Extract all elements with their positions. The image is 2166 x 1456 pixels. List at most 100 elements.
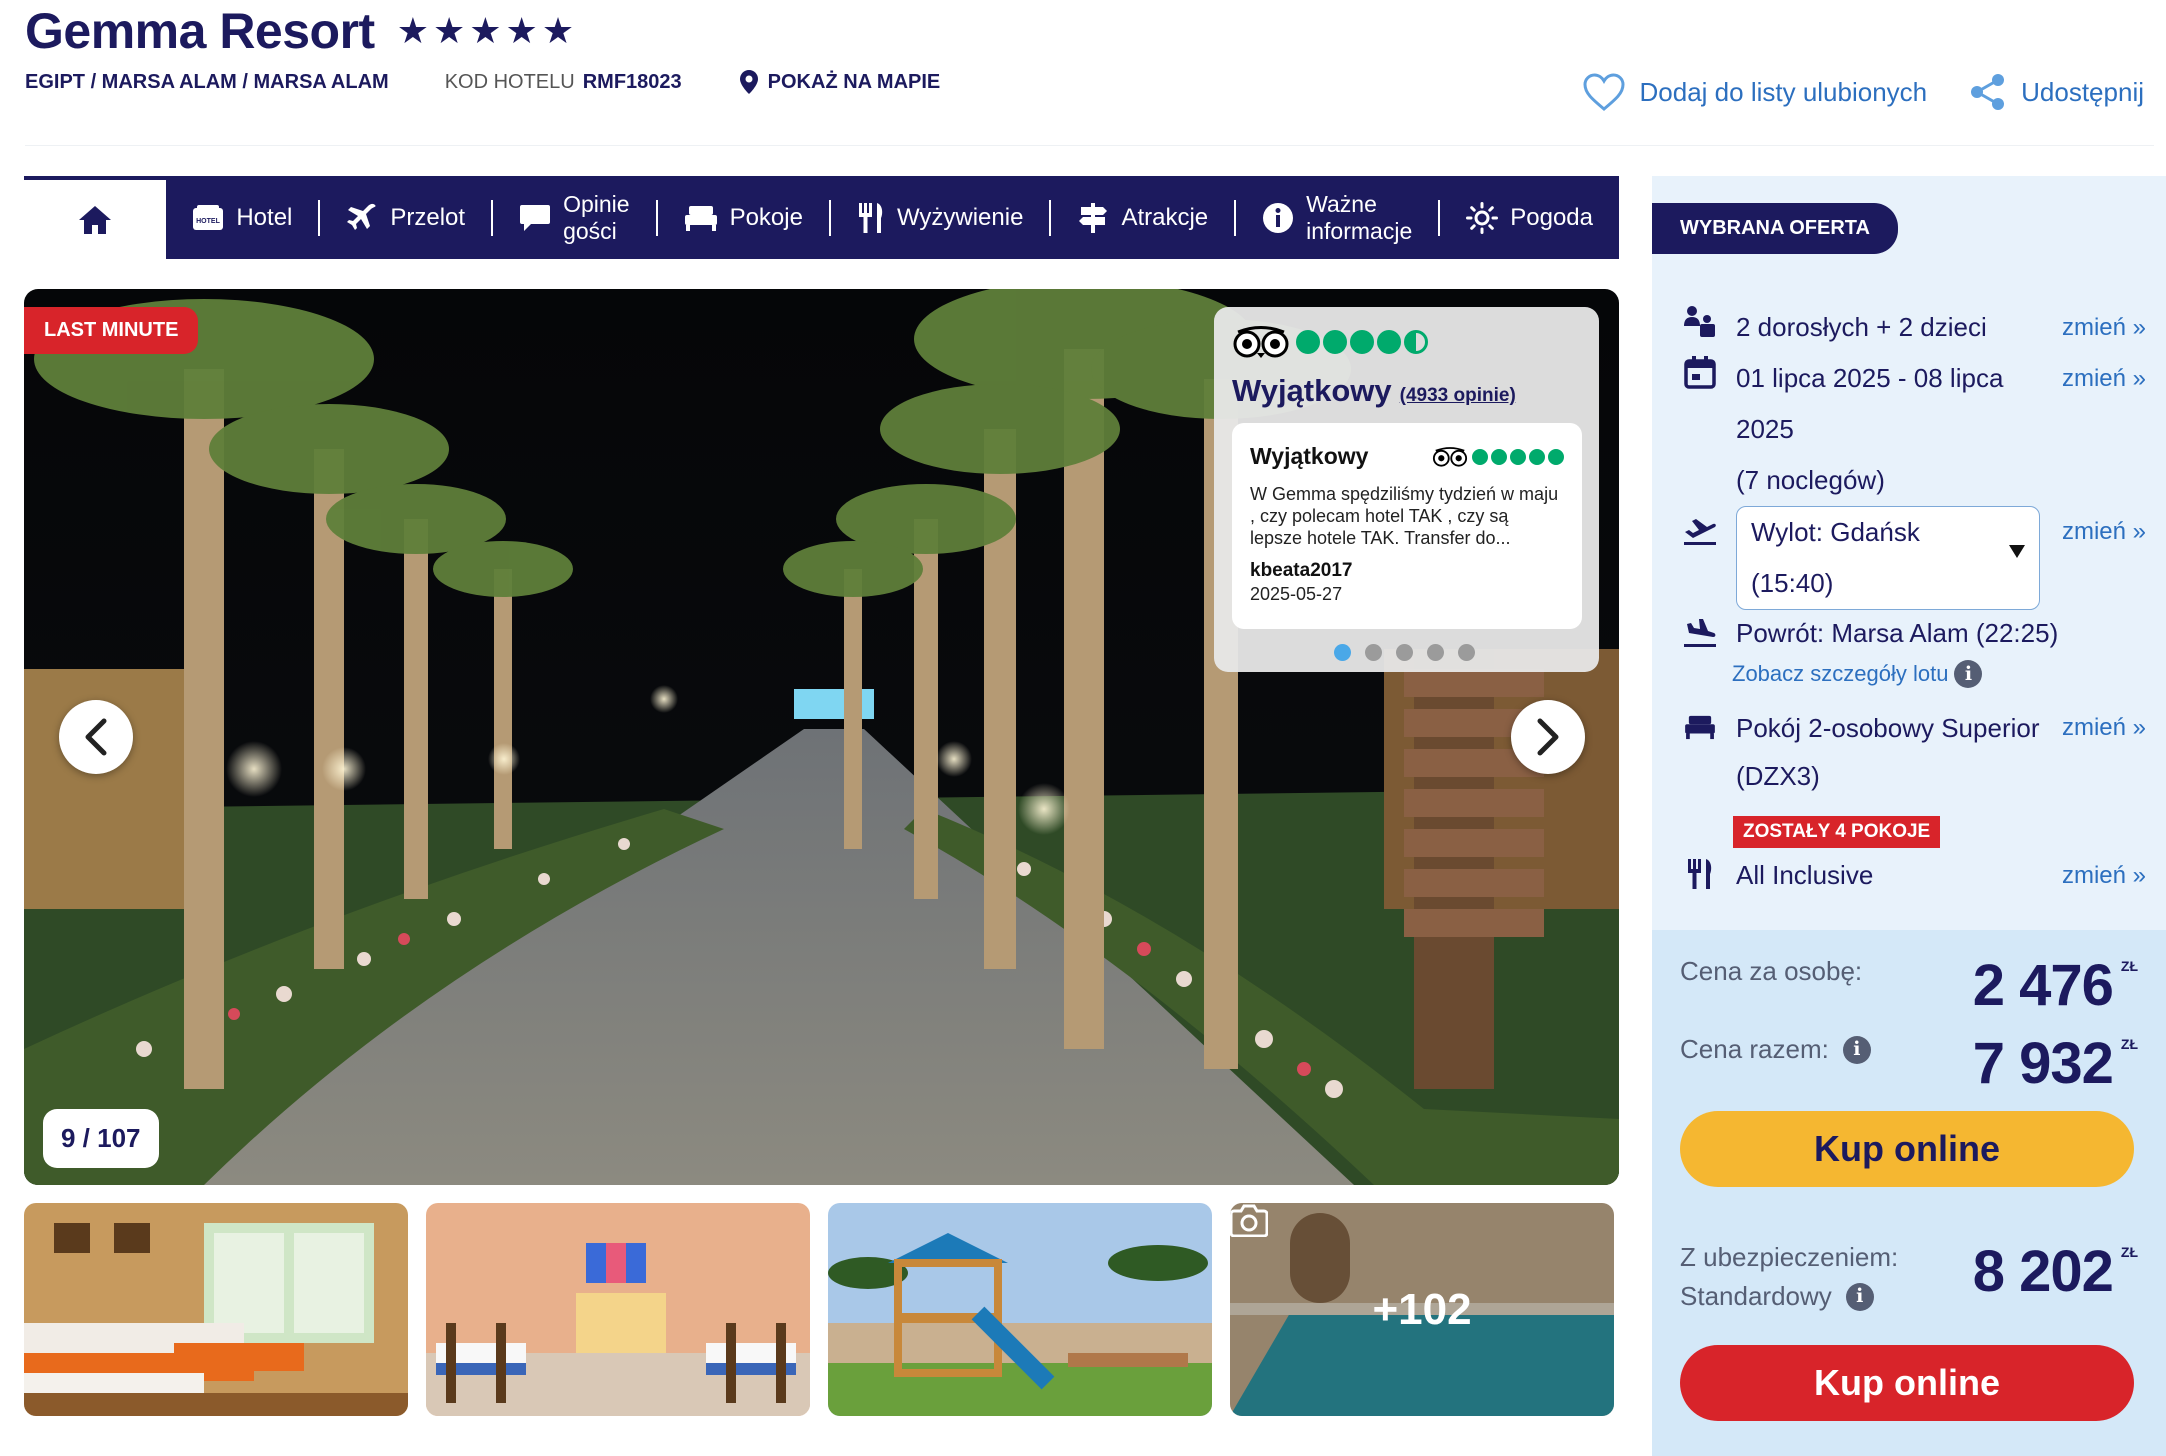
- price-total-value: 7 932: [1972, 1031, 2114, 1096]
- info-icon: [1263, 202, 1294, 233]
- nav-weather[interactable]: Pogoda: [1440, 200, 1619, 236]
- board-row: All Inclusive zmień »: [1680, 850, 2146, 901]
- tripadvisor-rating-word: Wyjątkowy: [1232, 373, 1392, 408]
- departure-select-wrap: Wylot: Gdańsk (15:40): [1736, 506, 2040, 610]
- change-room-link[interactable]: zmień »: [2062, 704, 2146, 800]
- nights-count: (7 noclegów): [1736, 465, 1885, 495]
- tripadvisor-rating: Wyjątkowy (4933 opinie): [1232, 373, 1516, 409]
- map-pin-icon: [739, 70, 758, 94]
- price-per-person-label: Cena za osobę:: [1680, 956, 1863, 986]
- rooms-left-badge: ZOSTAŁY 4 POKOJE: [1733, 816, 1941, 848]
- tripadvisor-logo-icon: [1233, 326, 1289, 358]
- gallery-next-button[interactable]: [1511, 700, 1585, 774]
- nav-reviews[interactable]: Opinie gości: [493, 191, 658, 244]
- buy-online-insured-button[interactable]: Kup online: [1680, 1345, 2134, 1421]
- cutlery-icon: [858, 202, 883, 233]
- header-actions: Dodaj do listy ulubionych Udostępnij: [1582, 72, 2144, 112]
- nav-hotel[interactable]: HOTEL Hotel: [166, 199, 321, 236]
- change-board-link[interactable]: zmień »: [2062, 850, 2146, 901]
- nav-important-info-label: Ważne informacje: [1306, 191, 1412, 244]
- review-card-header: Wyjątkowy: [1250, 443, 1564, 470]
- room-line1: Pokój 2-osobowy Superior: [1736, 713, 2040, 743]
- selected-offer-badge: WYBRANA OFERTA: [1652, 203, 1898, 254]
- tripadvisor-review-count-link[interactable]: (4933 opinie): [1400, 385, 1516, 407]
- room-value: Pokój 2-osobowy Superior (DZX3): [1736, 704, 2062, 800]
- family-icon: [1680, 302, 1720, 353]
- rating-bubble: [1510, 448, 1526, 465]
- rating-bubble: [1472, 448, 1488, 465]
- rating-bubble: [1404, 330, 1428, 354]
- hotel-meta: EGIPT / MARSA ALAM / MARSA ALAM KOD HOTE…: [25, 70, 940, 94]
- svg-text:HOTEL: HOTEL: [196, 218, 220, 225]
- rating-bubble: [1350, 330, 1374, 354]
- show-on-map-link[interactable]: POKAŻ NA MAPIE: [739, 70, 941, 94]
- star-icon: ★: [541, 10, 575, 51]
- star-icon: ★: [396, 10, 429, 51]
- nav-rooms[interactable]: Pokoje: [658, 199, 831, 236]
- hotel-code: KOD HOTELU RMF18023: [445, 71, 682, 94]
- nav-home[interactable]: [24, 176, 167, 259]
- price-total: 7 932 ZŁ: [1973, 1030, 2138, 1097]
- dates-value: 01 lipca 2025 - 08 lipca 2025 (7 noclegó…: [1736, 353, 2062, 506]
- flight-details-link[interactable]: Zobacz szczegóły lotu i: [1732, 660, 1983, 688]
- more-photos-count: +102: [1372, 1284, 1472, 1334]
- currency-label: ZŁ: [2120, 1036, 2138, 1052]
- thumbnail-pool[interactable]: +102: [1230, 1203, 1614, 1416]
- more-photos-overlay: +102: [1230, 1203, 1614, 1416]
- carousel-dot[interactable]: [1334, 644, 1351, 661]
- change-travelers-link[interactable]: zmień »: [2062, 302, 2146, 353]
- thumbnail-room[interactable]: [24, 1203, 408, 1416]
- nav-attractions-label: Atrakcje: [1121, 203, 1209, 231]
- hotel-nav: HOTEL Hotel Przelot Opinie gości Pokoje W…: [24, 176, 1619, 259]
- carousel-dot[interactable]: [1365, 644, 1382, 661]
- review-card[interactable]: Wyjątkowy W Gemma spędziliśmy tydzień w …: [1232, 423, 1582, 629]
- tripadvisor-widget: Wyjątkowy (4933 opinie) Wyjątkowy W Gemm…: [1214, 307, 1599, 672]
- return-flight-value: Powrót: Marsa Alam (22:25): [1736, 618, 2059, 648]
- gallery-prev-button[interactable]: [59, 700, 133, 774]
- departure-select[interactable]: Wylot: Gdańsk (15:40): [1736, 506, 2040, 610]
- hotel-code-value: RMF18023: [582, 70, 682, 93]
- buy-online-button[interactable]: Kup online: [1680, 1111, 2134, 1187]
- nav-weather-label: Pogoda: [1510, 203, 1593, 231]
- review-rating-bubbles: [1472, 448, 1564, 465]
- change-dates-link[interactable]: zmień »: [2062, 353, 2146, 506]
- nav-board[interactable]: Wyżywienie: [831, 199, 1052, 236]
- review-date: 2025-05-27: [1250, 583, 1343, 604]
- chat-icon: [520, 204, 551, 231]
- plane-takeoff-icon: [1680, 506, 1720, 610]
- hotel-code-label: KOD HOTELU: [444, 70, 575, 93]
- nav-reviews-line1: Opinie: [563, 191, 630, 218]
- camera-icon: [1230, 1204, 1268, 1237]
- nav-flight[interactable]: Przelot: [320, 199, 494, 236]
- room-row: Pokój 2-osobowy Superior (DZX3) zmień »: [1680, 704, 2146, 800]
- carousel-dot[interactable]: [1458, 644, 1475, 661]
- thumbnail-restaurant[interactable]: [426, 1203, 810, 1416]
- nav-hotel-label: Hotel: [236, 203, 293, 231]
- travelers-row: 2 dorosłych + 2 dzieci zmień »: [1680, 302, 2146, 353]
- price-per-person-value: 2 476: [1972, 953, 2114, 1018]
- nav-important-info[interactable]: Ważne informacje: [1236, 191, 1441, 244]
- price-total-label: Cena razem:: [1680, 1034, 1829, 1064]
- home-icon: [79, 205, 112, 234]
- nav-attractions[interactable]: Atrakcje: [1051, 199, 1237, 236]
- share-label: Udostępnij: [2021, 76, 2144, 107]
- tripadvisor-header: [1232, 325, 1428, 359]
- add-to-favorites-button[interactable]: Dodaj do listy ulubionych: [1582, 72, 1927, 112]
- rating-bubble: [1529, 448, 1545, 465]
- show-on-map-label: POKAŻ NA MAPIE: [767, 70, 941, 93]
- review-author: kbeata2017: [1250, 559, 1353, 581]
- travelers-value: 2 dorosłych + 2 dzieci: [1736, 312, 1987, 342]
- main-photo-gallery[interactable]: LAST MINUTE 9 / 107 Wyjątkowy (4933 opin…: [24, 289, 1619, 1185]
- info-icon[interactable]: i: [1842, 1035, 1871, 1064]
- info-icon[interactable]: i: [1845, 1282, 1874, 1311]
- carousel-dot[interactable]: [1427, 644, 1444, 661]
- header-divider: [25, 145, 2154, 146]
- share-button[interactable]: Udostępnij: [1969, 73, 2144, 111]
- price-panel: Cena za osobę: 2 476 ZŁ Cena razem: i 7 93…: [1652, 930, 2166, 1456]
- nav-rooms-label: Pokoje: [729, 203, 803, 231]
- carousel-dot[interactable]: [1396, 644, 1413, 661]
- insurance-label-line1: Z ubezpieczeniem:: [1680, 1242, 1899, 1272]
- change-departure-link[interactable]: zmień »: [2062, 506, 2146, 610]
- tripadvisor-rating-bubbles: [1296, 330, 1428, 354]
- thumbnail-playground[interactable]: [828, 1203, 1212, 1416]
